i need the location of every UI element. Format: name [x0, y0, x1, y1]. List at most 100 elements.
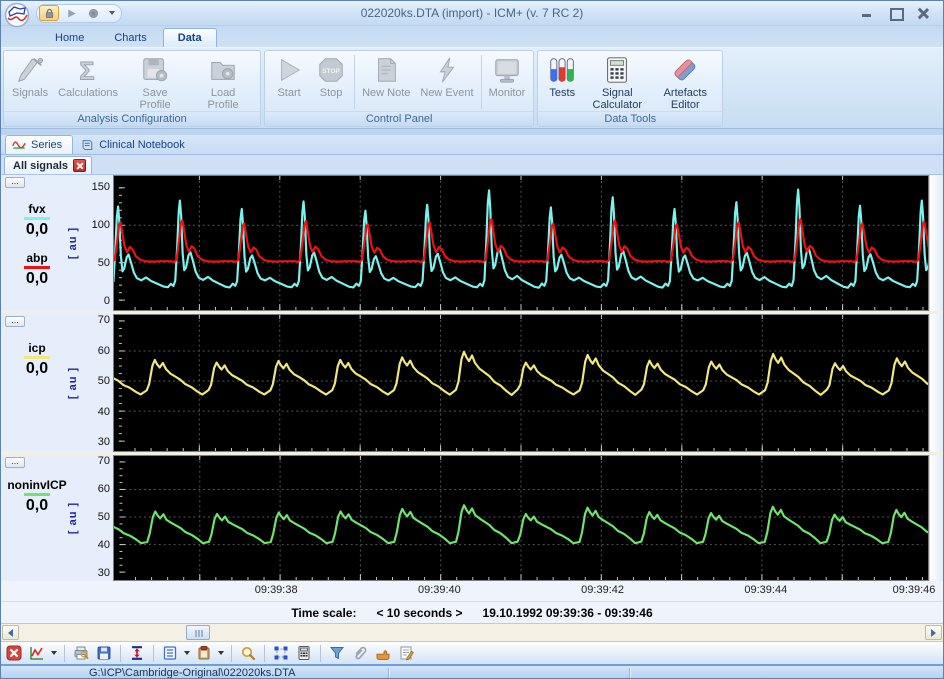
- hand-icon: [375, 645, 391, 661]
- signal-value: 0,0: [25, 221, 49, 238]
- scroll-right-button[interactable]: [925, 625, 942, 640]
- dropdown-caret-icon[interactable]: [184, 651, 190, 655]
- lock-icon[interactable]: [39, 5, 59, 21]
- calculator-small-button[interactable]: [294, 644, 314, 663]
- toolbar-separator: [120, 644, 121, 662]
- ribbon-tab-data[interactable]: Data: [162, 28, 217, 47]
- ribbon-button-label: New Event: [420, 87, 474, 99]
- close-red-button[interactable]: [4, 644, 24, 663]
- note-icon: [371, 55, 401, 85]
- x-tick-label: 09:39:40: [417, 584, 461, 596]
- signal-value: 0,0: [25, 270, 49, 287]
- time-scale-selector[interactable]: < 10 seconds >: [376, 606, 462, 620]
- y-tick-label: 70: [97, 455, 110, 467]
- chart-options-button[interactable]: ...: [5, 316, 25, 327]
- record-icon[interactable]: [83, 5, 103, 21]
- chart-row-noninvicp: ... noninvICP 0,0 [ au ] 70 60 50 40 30: [1, 455, 943, 581]
- ribbon-button-label: Monitor: [488, 87, 526, 99]
- x-tick-label: 09:39:38: [254, 584, 298, 596]
- magnifier-button[interactable]: [238, 644, 258, 663]
- toolbar-separator: [231, 644, 232, 662]
- filter-button[interactable]: [327, 644, 347, 663]
- ribbon-tab-home[interactable]: Home: [41, 29, 98, 47]
- selection-button[interactable]: [271, 644, 291, 663]
- ribbon-button-label: Start: [277, 87, 301, 99]
- play-icon: [274, 55, 304, 85]
- dropdown-caret-icon[interactable]: [218, 651, 224, 655]
- horizontal-scrollbar[interactable]: [1, 623, 943, 641]
- y-tick-label: 0: [103, 295, 110, 307]
- ribbon-button-save-profile: Save Profile: [121, 53, 189, 111]
- probe-icon: [15, 55, 45, 85]
- calculator-small-icon: [296, 645, 312, 661]
- chart-options-button[interactable]: ...: [5, 177, 25, 188]
- ribbon-button-artefacts-editor[interactable]: Artefacts Editor: [651, 53, 719, 111]
- close-tab-icon[interactable]: [73, 159, 87, 172]
- signal-plot-noninvicp[interactable]: [113, 455, 929, 581]
- signal-value: 0,0: [25, 360, 49, 377]
- ribbon-button-monitor: Monitor: [484, 53, 531, 111]
- time-range-text: 19.10.1992 09:39:36 - 09:39:46: [482, 606, 653, 620]
- save-button[interactable]: [94, 644, 114, 663]
- ribbon-button-calculations: Σ Calculations: [53, 53, 121, 111]
- y-tick-label: 70: [97, 314, 110, 326]
- ribbon-group-control-panel: Start STOP Stop New Note New Event Monitor Con…: [264, 50, 535, 127]
- ribbon-tab-charts[interactable]: Charts: [100, 29, 160, 47]
- ribbon-group-analysis-configuration: Signals Σ Calculations Save Profile Load Pro…: [3, 50, 262, 127]
- signal-plot-fvx-abp[interactable]: [113, 175, 929, 311]
- y-tick-label: 30: [97, 567, 110, 579]
- tab-clinical-notebook[interactable]: Clinical Notebook: [74, 136, 195, 154]
- signal-color-swatch: [24, 266, 50, 269]
- ribbon-button-tests[interactable]: Tests: [541, 53, 583, 111]
- chart-line-button[interactable]: [27, 644, 47, 663]
- paperclip-button[interactable]: [350, 644, 370, 663]
- bottom-toolbar: [1, 641, 943, 664]
- toolbar-separator: [264, 644, 265, 662]
- y-tick-label: 40: [97, 405, 110, 418]
- file-path-text: G:\ICP\Cambridge-Original\022020ks.DTA: [89, 667, 296, 679]
- magnifier-icon: [240, 645, 256, 661]
- clipboard-button[interactable]: [194, 644, 214, 663]
- hand-button[interactable]: [373, 644, 393, 663]
- ribbon-button-signal-calculator[interactable]: Signal Calculator: [583, 53, 651, 111]
- test-tubes-icon: [547, 55, 577, 85]
- group-separator: [354, 55, 356, 109]
- svg-text:Σ: Σ: [79, 57, 94, 85]
- signal-name: abp: [26, 251, 48, 265]
- series-fvx: [114, 188, 928, 289]
- ribbon-button-stop: STOP Stop: [310, 53, 352, 111]
- print-button[interactable]: [71, 644, 91, 663]
- chart-options-button[interactable]: ...: [5, 457, 25, 468]
- tab-label: Clinical Notebook: [99, 139, 185, 151]
- customize-quick-access-icon[interactable]: [109, 11, 115, 15]
- ribbon-button-label: Stop: [319, 87, 343, 99]
- list-button[interactable]: [160, 644, 180, 663]
- y-axis-2: ... noninvICP 0,0 [ au ] 70 60 50 40 30: [1, 455, 113, 581]
- time-axis-row: 09:39:38 09:39:40 09:39:42 09:39:44 09:39:46: [1, 581, 943, 601]
- chart-line-icon: [29, 645, 45, 661]
- play-icon[interactable]: [61, 5, 81, 21]
- y-axis-unit-label: [ au ]: [66, 501, 79, 535]
- notes-button[interactable]: [396, 644, 416, 663]
- tab-series[interactable]: Series: [5, 135, 74, 154]
- y-tick-label: 50: [97, 375, 110, 387]
- signal-plot-icp[interactable]: [113, 314, 929, 452]
- signal-icp: icp 0,0: [1, 342, 73, 377]
- signal-tab-all-signals[interactable]: All signals: [4, 156, 93, 174]
- dropdown-caret-icon[interactable]: [51, 651, 57, 655]
- vertical-scale-button[interactable]: [127, 644, 147, 663]
- x-tick-label: 09:39:44: [744, 584, 788, 596]
- close-red-icon: [6, 645, 22, 661]
- minimize-button[interactable]: [859, 7, 875, 19]
- print-icon: [73, 645, 89, 661]
- maximize-button[interactable]: [887, 7, 904, 21]
- ribbon-group-data-tools: Tests Signal Calculator Artefacts Editor Da…: [537, 50, 724, 127]
- scrollbar-thumb[interactable]: [186, 625, 210, 640]
- status-divider: [629, 668, 630, 678]
- signal-noninvicp: noninvICP 0,0: [1, 479, 73, 515]
- y-tick-label: 50: [97, 511, 110, 523]
- scroll-left-button[interactable]: [2, 625, 19, 640]
- close-button[interactable]: [915, 7, 931, 19]
- view-tab-bar: Series Clinical Notebook: [1, 135, 943, 155]
- app-logo-icon[interactable]: [4, 2, 30, 28]
